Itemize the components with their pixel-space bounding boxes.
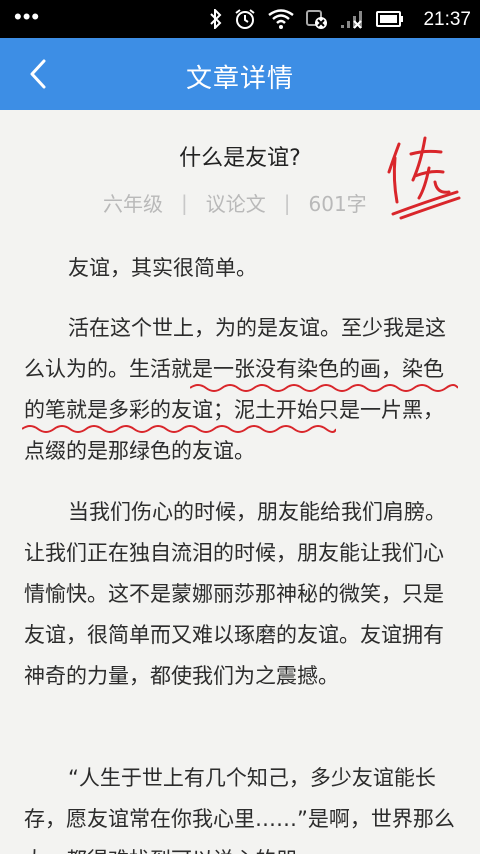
- wavy-underline: [190, 384, 458, 392]
- paragraph-text: “人生于世上有几个知己，多少友谊能长存，愿友谊常在你我心里……”是啊，世界那么大…: [24, 766, 455, 854]
- word-count-label: 601字: [308, 192, 367, 216]
- genre-label: 议论文: [205, 192, 266, 216]
- paragraph-4: “人生于世上有几个知己，多少友谊能长存，愿友谊常在你我心里……”是啊，世界那么大…: [24, 758, 456, 854]
- wavy-underline: [22, 425, 336, 433]
- clock: 21:37: [423, 9, 471, 30]
- status-bar: ••• 21:37: [0, 0, 480, 38]
- more-notifications-icon: •••: [14, 4, 41, 29]
- page-title: 文章详情: [185, 64, 294, 94]
- paragraph-text: 友谊，其实很简单。: [68, 256, 257, 280]
- status-icons: [210, 8, 404, 30]
- paragraph-3: 当我们伤心的时候，朋友能给我们肩膀。让我们正在独自流泪的时候，朋友能让我们心情愉…: [24, 492, 456, 697]
- paragraph-text: 当我们伤心的时候，朋友能给我们肩膀。让我们正在独自流泪的时候，朋友能让我们心情愉…: [24, 500, 446, 688]
- paragraph-1: 友谊，其实很简单。: [24, 248, 456, 289]
- wifi-icon: [268, 9, 294, 29]
- divider: |: [181, 190, 188, 215]
- app-bar: 文章详情: [0, 38, 480, 110]
- grade-label: 六年级: [103, 192, 163, 216]
- alarm-icon: [235, 9, 255, 29]
- signal-icon: [341, 11, 362, 29]
- article-meta: 六年级 | 议论文 | 601字: [103, 188, 367, 217]
- article-content[interactable]: 什么是友谊? 六年级 | 议论文 | 601字 友谊，其实很简单。 活在这个世上…: [0, 110, 480, 854]
- excellent-grade-stamp: [387, 136, 461, 220]
- data-off-icon: [306, 10, 327, 29]
- battery-icon: [376, 11, 403, 27]
- divider: |: [283, 190, 291, 215]
- bluetooth-icon: [210, 9, 222, 29]
